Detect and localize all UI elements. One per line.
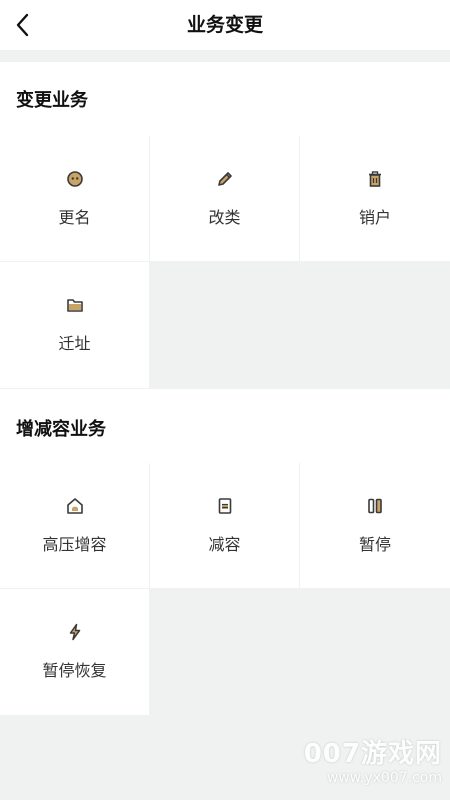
page-title: 业务变更	[186, 14, 263, 36]
grid-capacity-business: 高压增容 减容 暂停 暂停恢复	[0, 463, 450, 715]
grid-item-label: 暂停恢复	[42, 661, 107, 680]
grid-item-pause[interactable]: 暂停	[300, 463, 450, 588]
grid-change-business: 更名 改类 销户 迁址	[0, 136, 450, 388]
watermark-logo-text: 007游戏网	[303, 739, 442, 769]
pencil-icon	[216, 170, 234, 188]
section-header-change: 变更业务	[0, 62, 450, 136]
lightning-icon	[66, 623, 84, 641]
grid-item-resume[interactable]: 暂停恢复	[0, 589, 149, 715]
nav-bar: 业务变更	[0, 0, 450, 50]
grid-item-rename[interactable]: 更名	[0, 136, 149, 261]
document-icon	[216, 497, 234, 515]
section-title: 变更业务	[16, 90, 88, 111]
watermark: 007游戏网 www.yx007.com	[304, 733, 442, 786]
grid-item-reduce-capacity[interactable]: 减容	[150, 463, 299, 588]
grid-item-label: 迁址	[58, 334, 91, 353]
grid-item-label: 更名	[58, 208, 91, 227]
grid-item-close-account[interactable]: 销户	[300, 136, 450, 261]
grid-item-high-voltage-increase[interactable]: 高压增容	[0, 463, 149, 588]
grid-item-relocate[interactable]: 迁址	[0, 262, 149, 388]
grid-item-label: 改类	[208, 208, 241, 227]
section-header-capacity: 增减容业务	[0, 389, 450, 463]
trash-icon	[366, 170, 384, 188]
watermark-url: www.yx007.com	[326, 770, 442, 786]
grid-item-label: 减容	[208, 535, 241, 554]
house-icon	[66, 497, 84, 515]
grid-item-label: 暂停	[358, 535, 391, 554]
face-icon	[66, 170, 84, 188]
pause-icon	[366, 497, 384, 515]
folder-icon	[66, 296, 84, 314]
grid-item-label: 高压增容	[42, 535, 107, 554]
grid-item-label: 销户	[358, 208, 391, 227]
grid-item-change-category[interactable]: 改类	[150, 136, 299, 261]
section-title: 增减容业务	[16, 419, 106, 440]
